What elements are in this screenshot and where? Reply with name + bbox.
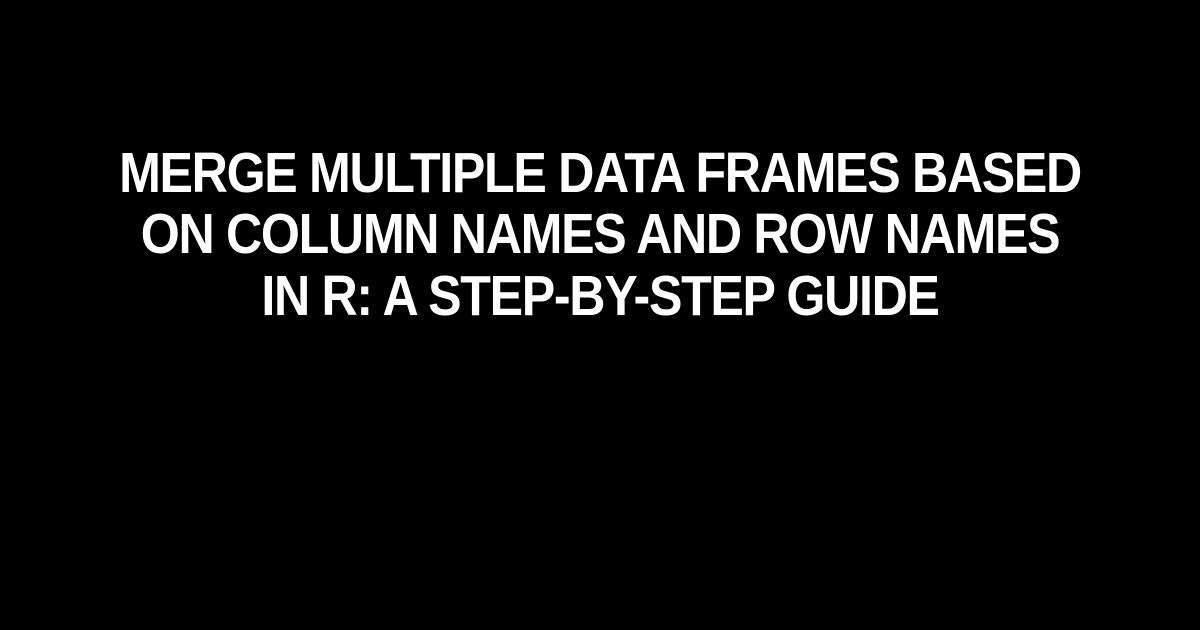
page-title: Merge Multiple Data Frames Based on Colu… — [72, 143, 1128, 328]
